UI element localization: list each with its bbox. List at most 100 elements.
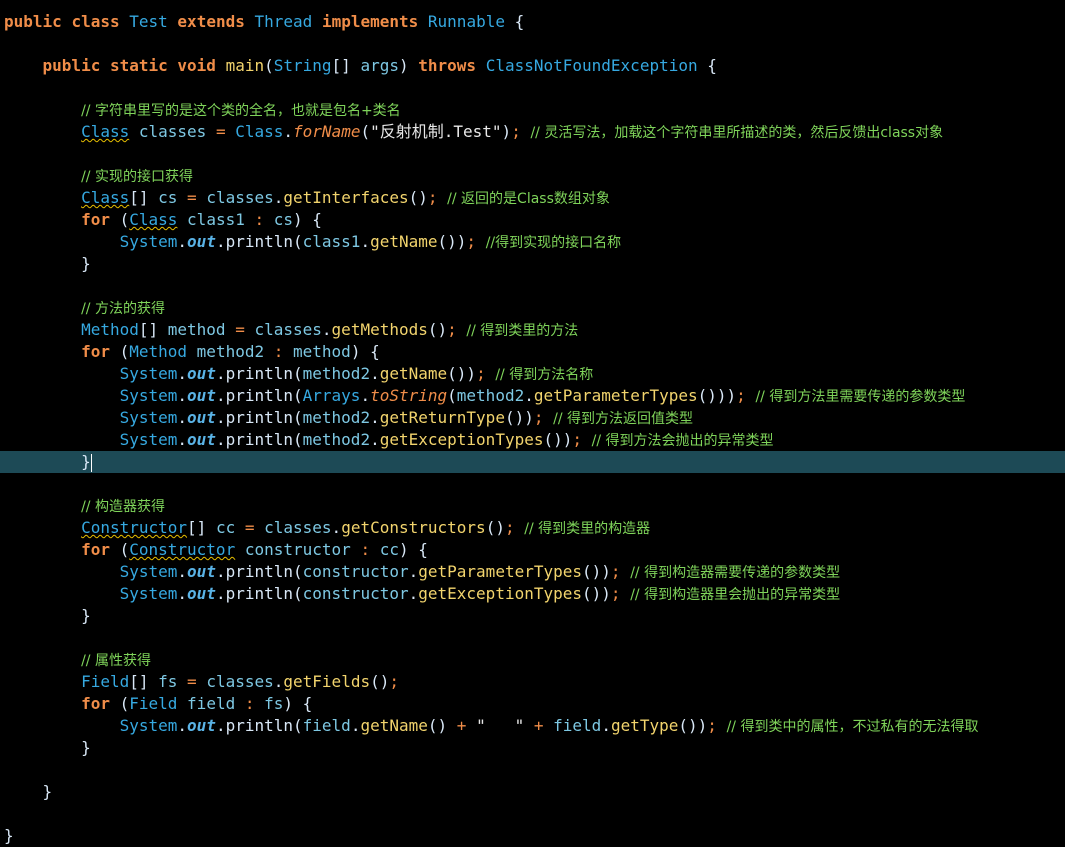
code-token: getReturnType [379, 408, 505, 427]
code-line[interactable]: System.out.println(constructor.getParame… [0, 561, 1065, 583]
code-line[interactable] [0, 143, 1065, 165]
code-line[interactable] [0, 627, 1065, 649]
code-token: System [119, 584, 178, 603]
code-line[interactable]: for (Constructor constructor : cc) { [0, 539, 1065, 561]
code-line[interactable]: for (Field field : fs) { [0, 693, 1065, 715]
code-token: getFields [283, 672, 371, 691]
code-line[interactable]: // 实现的接口获得 [0, 165, 1065, 187]
code-token: () [427, 716, 448, 735]
code-token: cc [215, 518, 236, 537]
code-token: System [119, 232, 178, 251]
code-token: = [206, 122, 236, 141]
code-token: getInterfaces [283, 188, 409, 207]
code-line[interactable]: // 属性获得 [0, 649, 1065, 671]
code-line[interactable]: Field[] fs = classes.getFields(); [0, 671, 1065, 693]
code-token: // 字符串里写的是这个类的全名，也就是包名+类名 [81, 103, 401, 119]
code-line[interactable]: Class[] cs = classes.getInterfaces(); //… [0, 187, 1065, 209]
code-line[interactable]: // 字符串里写的是这个类的全名，也就是包名+类名 [0, 99, 1065, 121]
code-line[interactable]: } [0, 781, 1065, 803]
code-token: constructor [244, 540, 351, 559]
code-token: println( [225, 386, 303, 405]
code-token: // 得到类里的构造器 [524, 521, 651, 537]
code-line[interactable] [0, 473, 1065, 495]
code-token: Field [129, 694, 178, 713]
code-line[interactable]: Constructor[] cc = classes.getConstructo… [0, 517, 1065, 539]
code-token: for [81, 342, 110, 361]
code-line[interactable]: } [0, 253, 1065, 275]
code-line[interactable]: System.out.println(field.getName() + " "… [0, 715, 1065, 737]
code-token: ) { [398, 540, 428, 559]
code-token: cc [379, 540, 399, 559]
code-token: ) [501, 122, 512, 141]
code-token: classes [254, 320, 322, 339]
code-token: class1 [302, 232, 361, 251]
code-line[interactable] [0, 77, 1065, 99]
code-token: constructor [302, 584, 409, 603]
code-line[interactable]: Class classes = Class.forName("反射机制.Test… [0, 121, 1065, 143]
code-token: Field [81, 672, 130, 691]
code-line[interactable]: } [0, 737, 1065, 759]
code-token: ( [109, 694, 130, 713]
code-token: ; [610, 584, 621, 603]
code-token: ()) [543, 430, 573, 449]
code-line[interactable]: System.out.println(Arrays.toString(metho… [0, 385, 1065, 407]
code-token: . [321, 320, 332, 339]
code-token: for [81, 210, 110, 229]
code-line[interactable]: } [0, 605, 1065, 627]
code-token: // 得到方法返回值类型 [553, 411, 694, 427]
code-line[interactable]: System.out.println(method2.getName()); /… [0, 363, 1065, 385]
code-token: . [370, 430, 380, 449]
code-token: args [360, 56, 399, 75]
code-token: getMethods [331, 320, 428, 339]
code-token: getExceptionTypes [418, 584, 583, 603]
code-line[interactable]: public class Test extends Thread impleme… [0, 11, 1065, 33]
code-line[interactable] [0, 275, 1065, 297]
code-line[interactable]: for (Class class1 : cs) { [0, 209, 1065, 231]
code-line[interactable]: System.out.println(class1.getName()); //… [0, 231, 1065, 253]
code-token: ) [398, 56, 419, 75]
code-line[interactable] [0, 33, 1065, 55]
code-token: extends [177, 12, 245, 31]
code-line[interactable]: System.out.println(method2.getReturnType… [0, 407, 1065, 429]
code-token: ; [610, 562, 621, 581]
code-line[interactable]: Method[] method = classes.getMethods(); … [0, 319, 1065, 341]
code-token: out [187, 430, 216, 449]
code-editor[interactable]: public class Test extends Thread impleme… [0, 0, 1065, 846]
code-token: Arrays [302, 386, 361, 405]
code-line[interactable]: // 构造器获得 [0, 495, 1065, 517]
code-line[interactable] [0, 759, 1065, 781]
code-line[interactable]: // 方法的获得 [0, 297, 1065, 319]
current-code-line[interactable]: } [0, 451, 1065, 473]
code-line[interactable]: System.out.println(method2.getExceptionT… [0, 429, 1065, 451]
code-token: Test [129, 12, 168, 31]
code-line[interactable]: } [0, 825, 1065, 847]
code-token: ( [109, 210, 130, 229]
code-token: public [4, 12, 62, 31]
code-line[interactable]: System.out.println(constructor.getExcept… [0, 583, 1065, 605]
code-token: method2 [196, 342, 265, 361]
code-line[interactable]: public static void main(String[] args) t… [0, 55, 1065, 77]
code-token: [] [129, 188, 159, 207]
code-token: // 得到方法名称 [495, 367, 594, 383]
code-line[interactable]: for (Method method2 : method) { [0, 341, 1065, 363]
code-token: . [370, 408, 380, 427]
code-token: + [524, 716, 554, 735]
code-line[interactable] [0, 803, 1065, 825]
code-token: . [215, 430, 226, 449]
